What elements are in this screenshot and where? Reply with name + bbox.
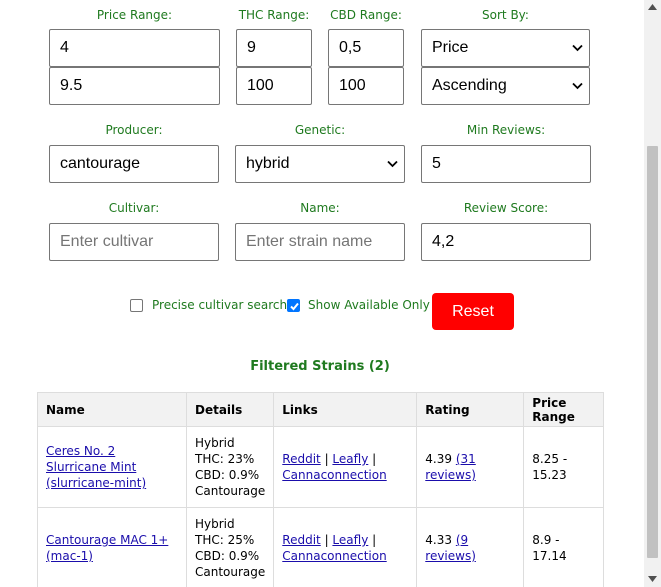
leafly-link[interactable]: Leafly: [332, 452, 368, 466]
review-score-label: Review Score:: [463, 201, 549, 215]
cbd-max-input[interactable]: 100: [328, 67, 404, 105]
results-table: Name Details Links Rating Price Range Ce…: [37, 392, 604, 587]
rating-value: 4.33: [425, 533, 452, 547]
price-range-cell: 8.25 - 15.23: [523, 426, 604, 508]
column-header-rating: Rating: [416, 392, 525, 427]
sort-field-value: Price: [432, 39, 469, 56]
thc-max-input[interactable]: 100: [236, 67, 312, 105]
strain-name-cell: Ceres No. 2 Slurricane Mint (slurricane-…: [37, 426, 187, 508]
cbd-range-label: CBD Range:: [330, 8, 402, 22]
cannaconnection-link[interactable]: Cannaconnection: [282, 468, 386, 482]
chevron-down-icon: [387, 160, 398, 168]
details-cbd: CBD: 0.9%: [195, 468, 260, 482]
vertical-scrollbar[interactable]: [644, 0, 661, 587]
scrollbar-thumb[interactable]: [647, 146, 658, 558]
column-header-details: Details: [185, 392, 275, 427]
details-genetic: Hybrid: [195, 517, 235, 531]
sort-by-label: Sort By:: [482, 8, 529, 22]
price-max-input[interactable]: 9.5: [49, 67, 220, 105]
cannaconnection-link[interactable]: Cannaconnection: [282, 549, 386, 563]
rating-cell: 4.33 (9 reviews): [416, 507, 525, 587]
column-header-links: Links: [273, 392, 418, 427]
cultivar-label: Cultivar:: [108, 201, 160, 215]
thc-range-label: THC Range:: [238, 8, 310, 22]
min-reviews-input[interactable]: 5: [421, 145, 591, 183]
available-only-label[interactable]: Show Available Only: [308, 298, 430, 312]
chevron-down-icon: [572, 44, 583, 52]
price-range-label: Price Range:: [96, 8, 173, 22]
details-cbd: CBD: 0.9%: [195, 549, 260, 563]
strain-name-link[interactable]: Ceres No. 2 Slurricane Mint (slurricane-…: [46, 444, 146, 490]
genetic-label: Genetic:: [294, 123, 346, 137]
details-genetic: Hybrid: [195, 436, 235, 450]
strain-name-input[interactable]: Enter strain name: [235, 223, 405, 261]
genetic-value: hybrid: [246, 155, 290, 172]
price-range-cell: 8.9 - 17.14: [523, 507, 604, 587]
checkmark-icon: [290, 302, 299, 311]
table-row: Cantourage MAC 1+ (mac-1) Hybrid THC: 25%…: [37, 507, 604, 587]
precise-cultivar-label[interactable]: Precise cultivar search: [152, 298, 287, 312]
available-only-checkbox[interactable]: [287, 299, 300, 312]
details-cell: Hybrid THC: 25% CBD: 0.9% Cantourage: [185, 507, 275, 587]
rating-value: 4.39: [425, 452, 452, 466]
leafly-link[interactable]: Leafly: [332, 533, 368, 547]
precise-cultivar-checkbox[interactable]: [130, 299, 143, 312]
details-cell: Hybrid THC: 23% CBD: 0.9% Cantourage: [185, 426, 275, 508]
scroll-down-icon[interactable]: [648, 576, 657, 582]
strain-name-cell: Cantourage MAC 1+ (mac-1): [37, 507, 187, 587]
sort-field-select[interactable]: Price: [421, 29, 590, 67]
results-title: Filtered Strains (2): [250, 359, 390, 374]
reset-button[interactable]: Reset: [432, 293, 514, 330]
rating-cell: 4.39 (31 reviews): [416, 426, 525, 508]
links-cell: Reddit | Leafly | Cannaconnection: [273, 426, 418, 508]
details-thc: THC: 25%: [195, 533, 255, 547]
chevron-down-icon: [572, 82, 583, 90]
cbd-min-input[interactable]: 0,5: [328, 29, 404, 67]
table-row: Ceres No. 2 Slurricane Mint (slurricane-…: [37, 426, 604, 508]
links-cell: Reddit | Leafly | Cannaconnection: [273, 507, 418, 587]
reddit-link[interactable]: Reddit: [282, 452, 320, 466]
details-thc: THC: 23%: [195, 452, 255, 466]
producer-label: Producer:: [105, 123, 163, 137]
column-header-name: Name: [37, 392, 187, 427]
price-min-input[interactable]: 4: [49, 29, 220, 67]
details-producer: Cantourage: [195, 565, 266, 579]
min-reviews-label: Min Reviews:: [466, 123, 546, 137]
scroll-up-icon[interactable]: [648, 4, 657, 10]
sort-order-select[interactable]: Ascending: [421, 67, 590, 105]
cultivar-input[interactable]: Enter cultivar: [49, 223, 219, 261]
producer-input[interactable]: cantourage: [49, 145, 219, 183]
review-score-input[interactable]: 4,2: [421, 223, 591, 261]
thc-min-input[interactable]: 9: [236, 29, 312, 67]
genetic-select[interactable]: hybrid: [235, 145, 405, 183]
name-label: Name:: [300, 201, 340, 215]
column-header-price-range: Price Range: [523, 392, 604, 427]
sort-order-value: Ascending: [432, 77, 507, 94]
strain-name-link[interactable]: Cantourage MAC 1+ (mac-1): [46, 533, 168, 563]
table-header-row: Name Details Links Rating Price Range: [37, 392, 604, 427]
details-producer: Cantourage: [195, 484, 266, 498]
reddit-link[interactable]: Reddit: [282, 533, 320, 547]
